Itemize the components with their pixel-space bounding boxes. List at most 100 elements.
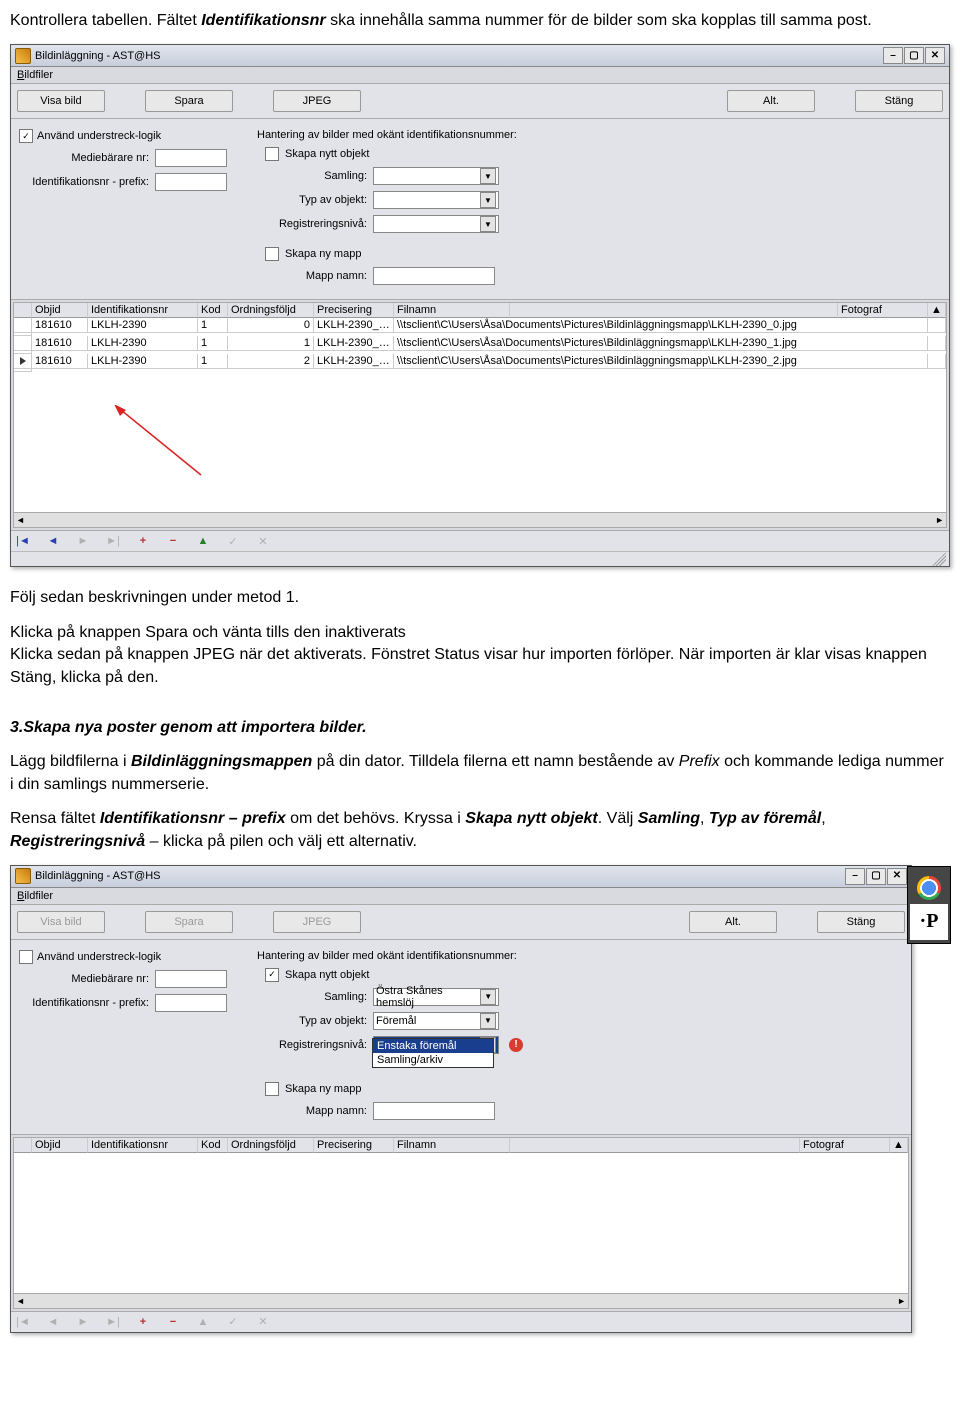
nav-first-button[interactable]: |◄ [15, 534, 31, 548]
minimize-button[interactable]: – [883, 47, 903, 64]
nav-prev-button[interactable]: ◄ [45, 534, 61, 548]
alt-button[interactable]: Alt. [727, 90, 815, 112]
horizontal-scrollbar[interactable]: ◄► [14, 512, 946, 527]
nav-delete-button[interactable]: − [165, 534, 181, 548]
col-prec[interactable]: Precisering [314, 303, 394, 318]
nav-next-button[interactable]: ► [75, 534, 91, 548]
regniva-label: Registreringsnivå: [257, 1039, 367, 1051]
nav-delete-button[interactable]: − [165, 1315, 181, 1329]
col-objid[interactable]: Objid [32, 303, 88, 318]
menu-bildfiler[interactable]: Bildfiler [17, 69, 53, 81]
col-fil[interactable]: Filnamn [394, 303, 510, 318]
nav-last-button[interactable]: ►| [105, 534, 121, 548]
alt-button[interactable]: Alt. [689, 911, 777, 933]
jpeg-button[interactable]: JPEG [273, 90, 361, 112]
col-kod[interactable]: Kod [198, 303, 228, 318]
dropdown-option[interactable]: Enstaka föremål [373, 1039, 493, 1053]
typ-dropdown[interactable]: ▼ [373, 191, 499, 209]
titlebar[interactable]: Bildinläggning - AST@HS – ▢ ✕ [11, 866, 911, 888]
close-button[interactable]: ✕ [925, 47, 945, 64]
col-foto[interactable]: Fotograf [800, 1138, 890, 1153]
doc-paragraph-1: Kontrollera tabellen. Fältet Identifikat… [10, 10, 950, 32]
use-underscore-checkbox[interactable]: ✓ [19, 129, 33, 143]
minimize-button[interactable]: – [845, 868, 865, 885]
toolbar: Visa bild Spara JPEG Alt. Stäng [11, 905, 911, 940]
app-icon [15, 48, 31, 64]
nav-last-button[interactable]: ►| [105, 1315, 121, 1329]
col-ident[interactable]: Identifikationsnr [88, 303, 198, 318]
skapa-nytt-checkbox[interactable]: ✓ [265, 968, 279, 982]
nav-cancel-button[interactable]: ✕ [255, 1315, 271, 1329]
typ-dropdown[interactable]: Föremål▼ [373, 1012, 499, 1030]
col-foto[interactable]: Fotograf [838, 303, 928, 318]
col-prec[interactable]: Precisering [314, 1138, 394, 1153]
scroll-up-icon[interactable]: ▲ [928, 303, 946, 318]
maximize-button[interactable]: ▢ [866, 868, 886, 885]
col-fil[interactable]: Filnamn [394, 1138, 510, 1153]
samling-dropdown[interactable]: Östra Skånes hemslöj▼ [373, 988, 499, 1006]
id-prefix-input[interactable] [155, 994, 227, 1012]
annotation-arrow-icon [101, 405, 221, 485]
col-ordn[interactable]: Ordningsföljd [228, 1138, 314, 1153]
samling-label: Samling: [257, 991, 367, 1003]
id-prefix-input[interactable] [155, 173, 227, 191]
resize-grip-icon[interactable] [932, 552, 946, 566]
scroll-up-icon[interactable]: ▲ [890, 1138, 908, 1153]
samling-dropdown[interactable]: ▼ [373, 167, 499, 185]
skapa-ny-mapp-checkbox[interactable] [265, 1082, 279, 1096]
visa-bild-button[interactable]: Visa bild [17, 911, 105, 933]
col-objid[interactable]: Objid [32, 1138, 88, 1153]
mediebarare-label: Mediebärare nr: [19, 152, 149, 164]
chrome-icon[interactable] [910, 870, 948, 900]
col-kod[interactable]: Kod [198, 1138, 228, 1153]
table-row[interactable]: 181610LKLH-239011LKLH-2390_1.jpg\\tsclie… [14, 336, 946, 354]
nav-add-button[interactable]: + [135, 1315, 151, 1329]
samling-label: Samling: [257, 170, 367, 182]
menu-bildfiler[interactable]: Bildfiler [17, 890, 53, 902]
use-underscore-checkbox[interactable] [19, 950, 33, 964]
nav-add-button[interactable]: + [135, 534, 151, 548]
mediebarare-input[interactable] [155, 970, 227, 988]
side-badge[interactable]: ·P [910, 904, 948, 940]
table-row[interactable]: 181610LKLH-239010LKLH-2390_0.jpg\\tsclie… [14, 318, 946, 336]
use-underscore-label: Använd understreck-logik [37, 130, 161, 142]
close-button[interactable]: ✕ [887, 868, 907, 885]
mapp-namn-input[interactable] [373, 1102, 495, 1120]
regniva-dropdown[interactable]: ▼ [373, 215, 499, 233]
skapa-nytt-checkbox[interactable] [265, 147, 279, 161]
window-title: Bildinläggning - AST@HS [35, 50, 161, 62]
grid-header-row: Objid Identifikationsnr Kod Ordningsfölj… [14, 1138, 908, 1153]
dropdown-option[interactable]: Samling/arkiv [373, 1053, 493, 1067]
skapa-nytt-label: Skapa nytt objekt [285, 969, 369, 981]
mediebarare-input[interactable] [155, 149, 227, 167]
spara-button[interactable]: Spara [145, 911, 233, 933]
grid-body: 181610LKLH-239010LKLH-2390_0.jpg\\tsclie… [14, 318, 946, 372]
nav-commit-button[interactable]: ✓ [225, 534, 241, 548]
config-area: ✓ Använd understreck-logik Mediebärare n… [11, 119, 949, 300]
col-ordn[interactable]: Ordningsföljd [228, 303, 314, 318]
stang-button[interactable]: Stäng [855, 90, 943, 112]
typ-label: Typ av objekt: [257, 194, 367, 206]
nav-edit-button[interactable]: ▲ [195, 1315, 211, 1329]
nav-prev-button[interactable]: ◄ [45, 1315, 61, 1329]
jpeg-button[interactable]: JPEG [273, 911, 361, 933]
maximize-button[interactable]: ▢ [904, 47, 924, 64]
nav-cancel-button[interactable]: ✕ [255, 534, 271, 548]
mapp-namn-input[interactable] [373, 267, 495, 285]
nav-commit-button[interactable]: ✓ [225, 1315, 241, 1329]
skapa-nytt-label: Skapa nytt objekt [285, 148, 369, 160]
titlebar[interactable]: Bildinläggning - AST@HS – ▢ ✕ [11, 45, 949, 67]
stang-button[interactable]: Stäng [817, 911, 905, 933]
handling-heading: Hantering av bilder med okänt identifika… [257, 129, 517, 141]
horizontal-scrollbar[interactable]: ◄► [14, 1293, 908, 1308]
col-ident[interactable]: Identifikationsnr [88, 1138, 198, 1153]
grid-header-row: Objid Identifikationsnr Kod Ordningsfölj… [14, 303, 946, 318]
nav-first-button[interactable]: |◄ [15, 1315, 31, 1329]
doc-heading-3: 3.Skapa nya poster genom att importera b… [10, 717, 950, 739]
table-row[interactable]: 181610LKLH-239012LKLH-2390_2.jpg\\tsclie… [14, 354, 946, 372]
visa-bild-button[interactable]: Visa bild [17, 90, 105, 112]
nav-edit-button[interactable]: ▲ [195, 534, 211, 548]
nav-next-button[interactable]: ► [75, 1315, 91, 1329]
spara-button[interactable]: Spara [145, 90, 233, 112]
skapa-ny-mapp-checkbox[interactable] [265, 247, 279, 261]
